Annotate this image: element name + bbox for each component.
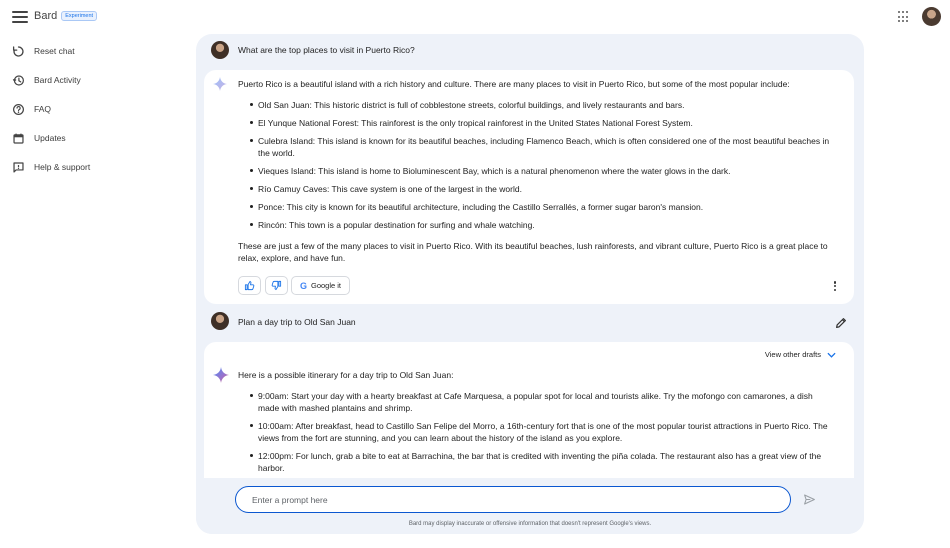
prompt-area: Bard may display inaccurate or offensive… (196, 478, 864, 534)
thumbs-down-button[interactable] (265, 276, 288, 295)
thumbs-down-icon (271, 280, 282, 291)
reset-icon (12, 45, 25, 58)
brand: Bard Experiment (34, 10, 98, 22)
user-avatar (211, 312, 229, 330)
sidebar-item-label: FAQ (34, 104, 52, 114)
calendar-icon (12, 132, 25, 145)
view-other-drafts-button[interactable]: View other drafts (765, 350, 836, 359)
response-card: Puerto Rico is a beautiful island with a… (204, 70, 854, 304)
disclaimer: Bard may display inaccurate or offensive… (408, 521, 652, 527)
list-item: Culebra Island: This island is known for… (238, 135, 830, 159)
google-g-icon: G (299, 280, 307, 291)
hamburger-menu-icon[interactable] (11, 9, 29, 25)
thumbs-up-icon (244, 280, 255, 291)
response-card: View other drafts Here is a possible iti… (204, 342, 854, 492)
thumbs-up-button[interactable] (238, 276, 261, 295)
sidebar-item-label: Updates (34, 133, 66, 143)
list-item: El Yunque National Forest: This rainfore… (238, 117, 830, 129)
edit-pencil-icon[interactable] (834, 316, 848, 330)
feedback-icon (12, 161, 25, 174)
experiment-badge: Experiment (61, 11, 98, 21)
chevron-down-icon (827, 352, 836, 358)
sidebar-item-reset-chat[interactable]: Reset chat (12, 43, 75, 59)
bard-sparkle-icon (213, 77, 227, 91)
sidebar-item-label: Help & support (34, 162, 91, 172)
response-bullets: 9:00am: Start your day with a hearty bre… (238, 390, 830, 474)
history-icon (12, 74, 25, 87)
list-item: Río Camuy Caves: This cave system is one… (238, 183, 830, 195)
google-apps-grid-icon[interactable] (898, 11, 910, 23)
list-item: Ponce: This city is known for its beauti… (238, 201, 830, 213)
google-it-label: Google it (310, 281, 342, 290)
user-prompt: What are the top places to visit in Puer… (238, 45, 415, 55)
sidebar-item-label: Bard Activity (34, 75, 81, 85)
list-item: Vieques Island: This island is home to B… (238, 165, 830, 177)
bard-sparkle-icon (213, 367, 229, 383)
send-icon[interactable] (803, 493, 816, 506)
list-item: 12:00pm: For lunch, grab a bite to eat a… (238, 450, 830, 474)
top-bar: Bard Experiment (0, 0, 950, 34)
account-avatar[interactable] (922, 7, 941, 26)
sidebar-item-help-support[interactable]: Help & support (12, 159, 90, 175)
sidebar-item-updates[interactable]: Updates (12, 130, 66, 146)
response-text: Puerto Rico is a beautiful island with a… (238, 78, 830, 264)
sidebar-item-faq[interactable]: FAQ (12, 101, 51, 117)
response-text: Here is a possible itinerary for a day t… (238, 369, 830, 474)
list-item: Rincón: This town is a popular destinati… (238, 219, 830, 231)
response-intro: Puerto Rico is a beautiful island with a… (238, 79, 790, 89)
user-prompt: Plan a day trip to Old San Juan (238, 317, 356, 327)
google-it-button[interactable]: G Google it (291, 276, 350, 295)
sidebar-item-label: Reset chat (34, 46, 75, 56)
list-item: 9:00am: Start your day with a hearty bre… (238, 390, 830, 414)
user-avatar (211, 41, 229, 59)
app-name: Bard (34, 10, 58, 22)
prompt-input[interactable] (235, 486, 791, 513)
sidebar-item-bard-activity[interactable]: Bard Activity (12, 72, 81, 88)
response-intro: Here is a possible itinerary for a day t… (238, 370, 454, 380)
response-bullets: Old San Juan: This historic district is … (238, 99, 830, 231)
response-outro: These are just a few of the many places … (238, 241, 828, 263)
help-circle-icon (12, 103, 25, 116)
list-item: Old San Juan: This historic district is … (238, 99, 830, 111)
more-options-icon[interactable] (832, 279, 838, 293)
conversation-panel: What are the top places to visit in Puer… (196, 34, 864, 534)
list-item: 10:00am: After breakfast, head to Castil… (238, 420, 830, 444)
view-drafts-label: View other drafts (764, 350, 821, 359)
